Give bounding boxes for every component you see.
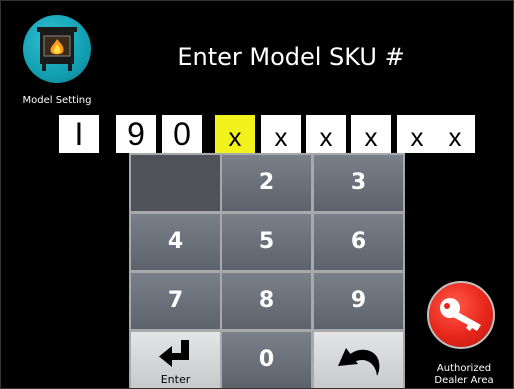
back-button[interactable]	[314, 332, 403, 388]
key-4[interactable]: 4	[131, 214, 220, 270]
dealer-label: Authorized Dealer Area	[421, 363, 507, 387]
page-title: Enter Model SKU #	[177, 43, 405, 71]
key-6[interactable]: 6	[314, 214, 403, 270]
sku-digit-6: x	[306, 115, 346, 153]
sku-digit-4-active: x	[215, 115, 255, 153]
model-setting-button[interactable]: Model Setting	[19, 15, 95, 111]
enter-arrow-icon	[159, 340, 189, 367]
dealer-label-line1: Authorized	[436, 363, 492, 374]
sku-digit-5: x	[261, 115, 301, 153]
dealer-circle	[427, 281, 495, 349]
sku-digit-2: 9	[116, 115, 156, 153]
stove-flame-icon	[37, 27, 77, 71]
sku-digit-8: x	[397, 115, 437, 153]
key-blank	[131, 155, 220, 211]
numeric-keypad: 2 3 4 5 6 7 8 9 Enter 0	[129, 153, 405, 388]
sku-entry-screen: Model Setting Enter Model SKU # I 9 0 x …	[0, 0, 514, 389]
key-5[interactable]: 5	[222, 214, 311, 270]
key-7[interactable]: 7	[131, 273, 220, 329]
key-0[interactable]: 0	[222, 332, 311, 388]
authorized-dealer-button[interactable]: Authorized Dealer Area	[421, 281, 513, 388]
enter-button[interactable]: Enter	[131, 332, 220, 388]
dealer-label-line2: Dealer Area	[434, 375, 494, 386]
key-8[interactable]: 8	[222, 273, 311, 329]
key-2[interactable]: 2	[222, 155, 311, 211]
key-3[interactable]: 3	[314, 155, 403, 211]
model-setting-circle	[23, 15, 91, 83]
sku-digit-9: x	[435, 115, 475, 153]
model-setting-label: Model Setting	[22, 95, 92, 106]
key-9[interactable]: 9	[314, 273, 403, 329]
undo-arrow-icon	[338, 348, 380, 376]
sku-digit-7: x	[351, 115, 391, 153]
enter-label: Enter	[160, 373, 191, 386]
sku-digit-1: I	[59, 115, 99, 153]
sku-digit-3: 0	[162, 115, 202, 153]
key-icon	[440, 298, 481, 331]
